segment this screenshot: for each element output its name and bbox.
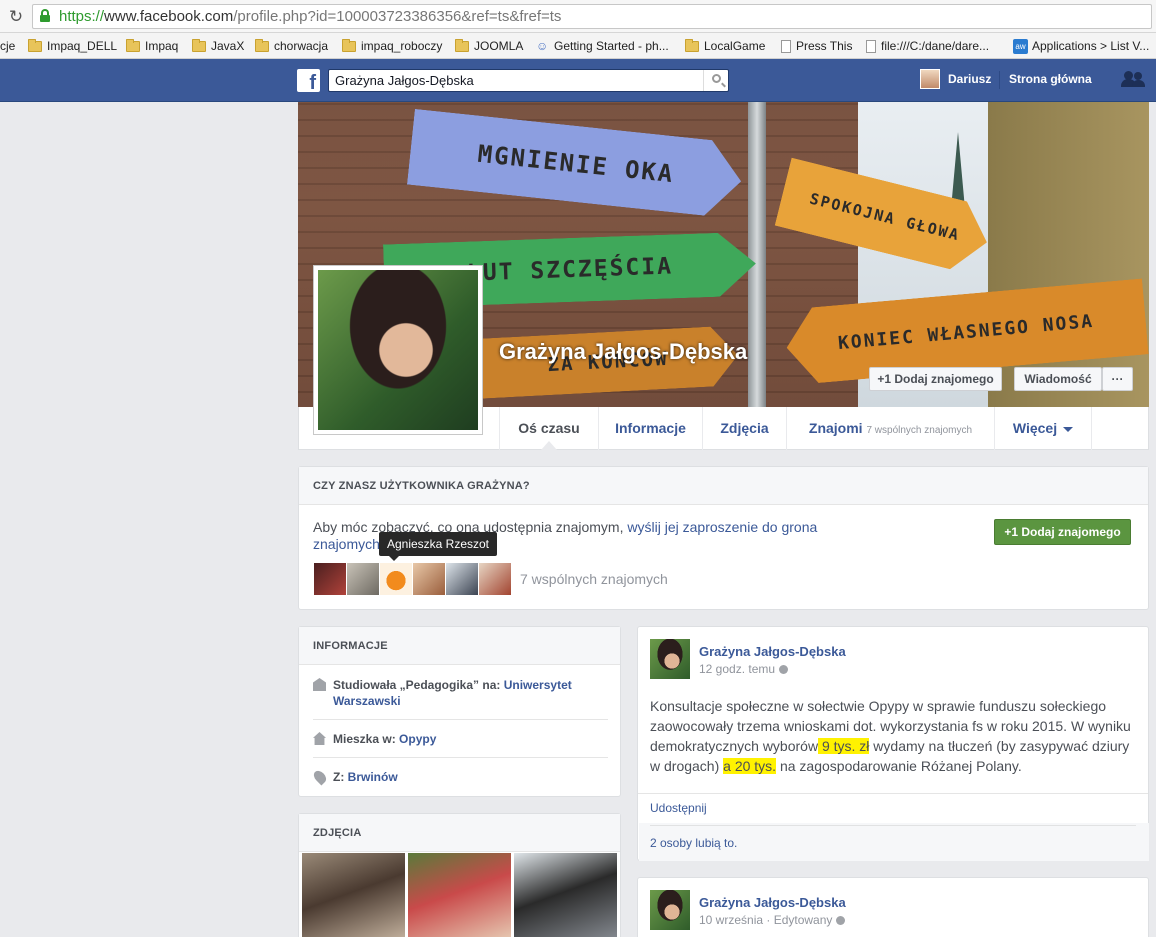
divider — [313, 719, 608, 720]
mutual-friends-list — [314, 563, 512, 595]
folder-icon — [342, 38, 356, 52]
share-link[interactable]: Udostępnij — [650, 801, 707, 815]
tab-friends[interactable]: Znajomi 7 wspólnych znajomych — [786, 407, 994, 450]
post-author-avatar[interactable] — [650, 890, 690, 930]
top-separator — [999, 71, 1000, 89]
card-header: ZDJĘCIA — [299, 814, 620, 852]
mutual-friend-avatar[interactable] — [380, 563, 412, 595]
post-card: Grażyna Jałgos-Dębska 10 września · Edyt… — [637, 877, 1149, 937]
url-scheme: https:// — [59, 8, 105, 25]
info-card: INFORMACJE Studiowała „Pedagogika” na: U… — [298, 626, 621, 797]
mutual-friend-avatar[interactable] — [347, 563, 379, 595]
bookmark-item[interactable]: impaq_roboczy — [342, 37, 442, 55]
chevron-down-icon — [1063, 426, 1074, 432]
profile-name[interactable]: Grażyna Jałgos-Dębska — [499, 337, 759, 366]
folder-icon — [126, 38, 140, 52]
bookmark-item[interactable]: JOOMLA — [455, 37, 523, 55]
bookmark-item[interactable]: JavaX — [192, 37, 244, 55]
friend-name-tooltip: Agnieszka Rzeszot — [379, 532, 497, 561]
bookmark-item[interactable]: chorwacja — [255, 37, 328, 55]
bookmark-item[interactable]: cje — [0, 37, 15, 55]
search-icon — [712, 74, 721, 83]
post-card: Grażyna Jałgos-Dębska 12 godz. temu Kons… — [637, 626, 1149, 861]
post-author-avatar[interactable] — [650, 639, 690, 679]
add-friend-button[interactable]: +1 Dodaj znajomego — [994, 519, 1131, 545]
facebook-logo-icon[interactable]: f — [297, 69, 320, 92]
post-author-name[interactable]: Grażyna Jałgos-Dębska — [699, 644, 846, 659]
aw-icon: aw — [1013, 38, 1028, 54]
profile-picture[interactable] — [313, 265, 483, 435]
card-header: CZY ZNASZ UŻYTKOWNIKA GRAŻYNA? — [299, 467, 1148, 505]
add-friend-button[interactable]: +1 Dodaj znajomego — [869, 367, 1002, 391]
bookmark-item[interactable]: LocalGame — [685, 37, 765, 55]
divider — [638, 793, 1148, 794]
user-avatar[interactable] — [920, 69, 940, 89]
bookmark-item[interactable]: Impaq_DELL — [28, 37, 117, 55]
friend-requests-icon[interactable] — [1120, 70, 1146, 90]
education-item: Studiowała „Pedagogika” na: Uniwersytet … — [313, 677, 608, 709]
hometown-item: Z: Brwinów — [311, 768, 608, 786]
divider — [650, 825, 1136, 826]
page-icon — [866, 39, 876, 53]
url-host: www.facebook.com — [104, 8, 234, 25]
tab-about[interactable]: Informacje — [598, 407, 702, 450]
post-text: Konsultacje społeczne w sołectwie Opypy … — [650, 698, 1131, 774]
post-author-name[interactable]: Grażyna Jałgos-Dębska — [699, 895, 846, 910]
more-options-button[interactable]: ··· — [1102, 367, 1133, 391]
folder-icon — [192, 38, 206, 52]
lock-icon — [40, 9, 50, 22]
page-icon — [781, 39, 791, 53]
add-friend-icon: +1 — [877, 372, 895, 386]
tab-more[interactable]: Więcej — [994, 407, 1092, 450]
mutual-friend-avatar[interactable] — [413, 563, 445, 595]
post-timestamp[interactable]: 10 września · Edytowany — [699, 913, 846, 927]
hometown-link[interactable]: Brwinów — [348, 770, 398, 784]
mutual-friend-avatar[interactable] — [446, 563, 478, 595]
photo-thumbnail[interactable] — [408, 853, 511, 937]
mutual-friends-count: 7 wspólnych znajomych — [866, 425, 973, 436]
likes-count[interactable]: 2 osoby lubią to. — [650, 836, 737, 850]
tab-photos[interactable]: Zdjęcia — [702, 407, 786, 450]
residence-item: Mieszka w: Opypy — [313, 731, 608, 747]
card-header: INFORMACJE — [299, 627, 620, 665]
browser-url-bar: ↻ https://www.facebook.com/profile.php?i… — [0, 0, 1156, 33]
globe-icon — [836, 916, 846, 926]
profile-photo — [318, 270, 478, 430]
photo-thumbnail[interactable] — [514, 853, 617, 937]
divider — [313, 757, 608, 758]
folder-icon — [455, 38, 469, 52]
reload-icon[interactable]: ↻ — [6, 7, 26, 27]
add-friend-icon: +1 — [1004, 525, 1022, 539]
search-input[interactable] — [328, 69, 729, 92]
search-button[interactable] — [703, 70, 728, 91]
bookmark-item[interactable]: ☺ Getting Started - ph... — [536, 37, 669, 55]
user-name-link[interactable]: Dariusz — [948, 72, 991, 86]
bookmark-item[interactable]: file:///C:/dane/dare... — [866, 37, 989, 55]
url-path: /profile.php?id=100003723386356&ref=ts&f… — [233, 8, 562, 25]
message-button[interactable]: Wiadomość — [1014, 367, 1102, 391]
bookmark-item[interactable]: Impaq — [126, 37, 178, 55]
bookmark-item[interactable]: aw Applications > List V... — [1013, 37, 1149, 55]
facebook-top-bar: f Dariusz Strona główna — [0, 59, 1156, 102]
photo-thumbnail[interactable] — [302, 853, 405, 937]
globe-icon — [779, 665, 789, 675]
address-input[interactable]: https://www.facebook.com/profile.php?id=… — [32, 4, 1152, 29]
folder-icon — [685, 38, 699, 52]
folder-icon — [255, 38, 269, 52]
post-timestamp[interactable]: 12 godz. temu — [699, 662, 789, 676]
mutual-friends-text[interactable]: 7 wspólnych znajomych — [520, 571, 668, 587]
folder-icon — [28, 38, 42, 52]
active-tab-pointer — [541, 441, 557, 450]
bookmark-item[interactable]: Press This — [781, 37, 852, 55]
mutual-friend-avatar[interactable] — [314, 563, 346, 595]
mutual-friend-avatar[interactable] — [479, 563, 511, 595]
residence-link[interactable]: Opypy — [399, 732, 436, 746]
people-icon: ☺ — [536, 38, 549, 53]
bookmarks-bar: cje Impaq_DELL Impaq JavaX chorwacja imp… — [0, 33, 1156, 59]
home-link[interactable]: Strona główna — [1009, 72, 1092, 86]
